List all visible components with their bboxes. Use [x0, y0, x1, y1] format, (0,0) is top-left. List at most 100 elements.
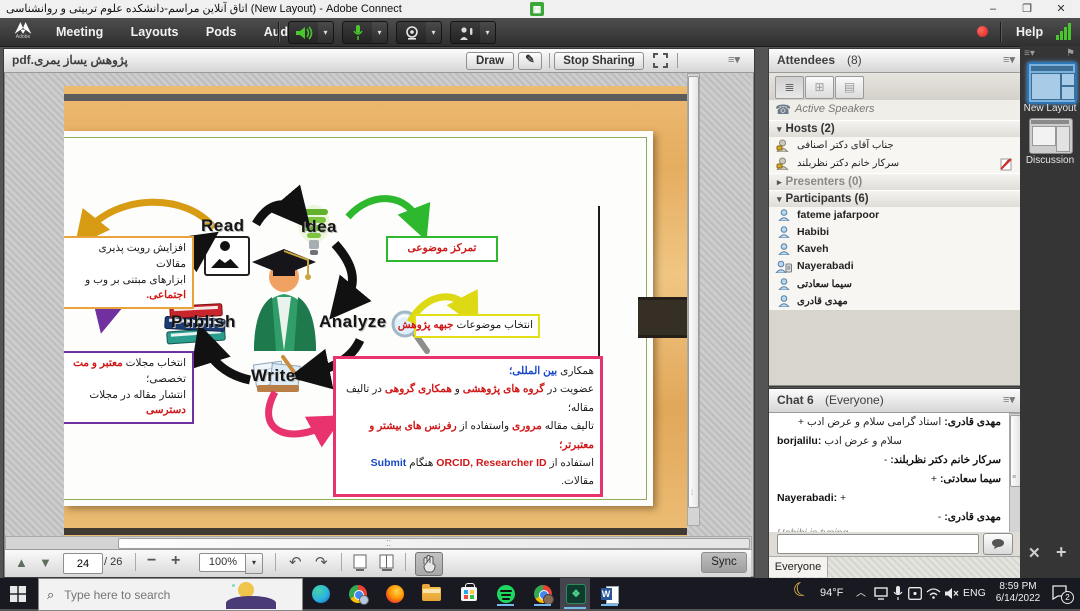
close-pod-icon[interactable]: ✕	[1028, 544, 1041, 562]
minimize-button[interactable]: –	[976, 0, 1010, 18]
chat-input-row	[769, 532, 1021, 556]
tray-language[interactable]: ENG	[963, 578, 986, 609]
draw-button[interactable]: Draw	[466, 52, 514, 70]
speaker-dropdown[interactable]: ▾	[318, 21, 334, 44]
host-row-1[interactable]: جناب آقای دکتر اصنافی	[769, 137, 1021, 156]
taskbar-edge-icon[interactable]	[308, 581, 333, 606]
taskbar-store-icon[interactable]	[456, 581, 481, 606]
layout-new-layout-label[interactable]: New Layout	[1020, 103, 1080, 114]
layout-new-layout-thumbnail[interactable]	[1027, 62, 1077, 104]
send-message-button[interactable]	[983, 533, 1013, 555]
chat-input[interactable]	[777, 534, 979, 554]
previous-page-button[interactable]: ▲	[15, 555, 28, 570]
active-speakers-label: Active Speakers	[795, 103, 874, 115]
taskbar-word-icon[interactable]: W	[597, 581, 622, 606]
share-horizontal-scrollbar[interactable]: ⁚⁚	[5, 536, 752, 550]
taskbar-spotify-icon[interactable]	[493, 581, 518, 606]
grid-view-button[interactable]: ⊞	[805, 76, 834, 99]
sync-button[interactable]: Sync	[701, 552, 747, 573]
share-vertical-scrollbar[interactable]: ⁞	[687, 73, 700, 526]
menu-help[interactable]: Help	[1016, 18, 1043, 46]
adobe-connect-app-icon: ▦	[530, 2, 544, 16]
list-view-button[interactable]: ≣	[775, 76, 804, 99]
pencil-tool-button[interactable]: ✎	[518, 52, 542, 70]
tray-temperature[interactable]: 94°F	[820, 578, 843, 609]
webcam-button[interactable]	[396, 21, 428, 44]
menu-layouts[interactable]: Layouts	[119, 18, 191, 46]
tray-monitor-icon[interactable]	[874, 587, 888, 603]
participant-row[interactable]: Habibi	[769, 224, 1021, 242]
close-button[interactable]: ✕	[1044, 0, 1078, 18]
microphone-dropdown[interactable]: ▾	[372, 21, 388, 44]
step-write-label: Write	[251, 366, 296, 386]
stop-sharing-button[interactable]: Stop Sharing	[554, 52, 644, 70]
undo-button[interactable]: ↶	[289, 553, 302, 571]
microphone-button[interactable]	[342, 21, 374, 44]
taskbar-explorer-icon[interactable]	[419, 581, 444, 606]
speaker-button[interactable]	[288, 21, 320, 44]
adobe-logo-icon	[13, 21, 33, 35]
page-number-input[interactable]	[63, 553, 103, 574]
chat-title: Chat 6	[777, 389, 814, 412]
share-pod-header: پژوهش یساز یمری.pdf Draw ✎ Stop Sharing …	[4, 49, 754, 73]
taskbar-search[interactable]: ⌕	[38, 578, 303, 611]
participant-row[interactable]: fateme jafarpoor	[769, 207, 1021, 225]
participant-row[interactable]: Nayerabadi	[769, 258, 1021, 277]
card-view-button[interactable]: ▤	[835, 76, 864, 99]
chat-pod-menu-icon[interactable]: ≡▾	[1003, 394, 1015, 407]
status-dropdown[interactable]: ▾	[480, 21, 496, 44]
menu-meeting[interactable]: Meeting	[44, 18, 115, 46]
adobe-logo: Adobe	[4, 19, 42, 45]
chat-tab-everyone[interactable]: Everyone	[769, 557, 828, 577]
tray-ime-icon[interactable]	[908, 587, 922, 603]
taskbar-firefox-icon[interactable]	[382, 581, 407, 606]
fit-page-button[interactable]	[353, 554, 367, 574]
add-pod-icon[interactable]: +	[1056, 542, 1067, 563]
pin-icon[interactable]: ⚑	[1066, 48, 1075, 59]
participant-row[interactable]: Kaveh	[769, 241, 1021, 259]
tray-chevron-icon[interactable]: ︿	[856, 578, 866, 609]
taskbar-chrome-icon[interactable]	[345, 581, 370, 606]
menu-pods[interactable]: Pods	[194, 18, 249, 46]
hand-tool-button[interactable]	[415, 552, 443, 576]
taskbar-adobe-connect-active-cell[interactable]: ❖	[560, 578, 590, 609]
host-row-2[interactable]: سرکار خانم دکتر نظربلند	[769, 155, 1021, 174]
share-pod-menu-icon[interactable]: ≡▾	[728, 54, 740, 67]
connection-status-icon[interactable]	[1056, 18, 1076, 46]
chat-message: borjalilu: سلام و عرض ادب	[769, 432, 1009, 451]
next-page-button[interactable]: ▼	[39, 555, 52, 570]
start-button[interactable]	[10, 586, 26, 605]
redo-button[interactable]: ↷	[315, 553, 328, 571]
share-document-title: پژوهش یساز یمری.pdf	[12, 49, 128, 72]
zoom-out-button[interactable]: −	[147, 552, 156, 570]
fit-width-button[interactable]	[379, 554, 395, 574]
status-button[interactable]	[450, 21, 482, 44]
share-horizontal-scroll-thumb[interactable]	[118, 538, 750, 549]
webcam-dropdown[interactable]: ▾	[426, 21, 442, 44]
maximize-button[interactable]: ❐	[1010, 0, 1044, 18]
zoom-dropdown[interactable]: ▾	[245, 553, 263, 574]
participant-row[interactable]: سیما سعادتی	[769, 276, 1021, 294]
zoom-level-value[interactable]: 100%	[199, 553, 247, 572]
tray-volume-muted-icon[interactable]	[944, 587, 959, 603]
taskbar-chrome-profile-icon[interactable]	[530, 581, 555, 606]
speech-bubble-icon	[991, 538, 1005, 550]
layouts-menu-icon[interactable]: ≡▾	[1024, 48, 1035, 59]
tray-wifi-icon[interactable]	[926, 587, 941, 602]
participant-icon	[778, 209, 790, 221]
attendees-pod-menu-icon[interactable]: ≡▾	[1003, 54, 1015, 67]
tray-microphone-icon[interactable]	[893, 586, 903, 604]
search-input[interactable]	[62, 587, 226, 603]
zoom-in-button[interactable]: +	[171, 552, 180, 570]
layout-discussion-thumbnail[interactable]	[1029, 118, 1073, 154]
tray-clock[interactable]: 8:59 PM 6/14/2022	[992, 581, 1044, 605]
action-center-icon[interactable]: 2	[1052, 585, 1069, 603]
participant-name: fateme jafarpoor	[797, 207, 879, 224]
weather-moon-icon[interactable]: ☾	[790, 577, 812, 604]
raise-hand-icon	[458, 26, 474, 40]
host-icon	[776, 139, 789, 152]
layout-discussion-label[interactable]: Discussion	[1020, 155, 1080, 166]
participant-row[interactable]: مهدی قادری	[769, 293, 1021, 311]
host-name: جناب آقای دکتر اصنافی	[797, 137, 894, 154]
share-vertical-scroll-thumb[interactable]	[688, 76, 699, 508]
